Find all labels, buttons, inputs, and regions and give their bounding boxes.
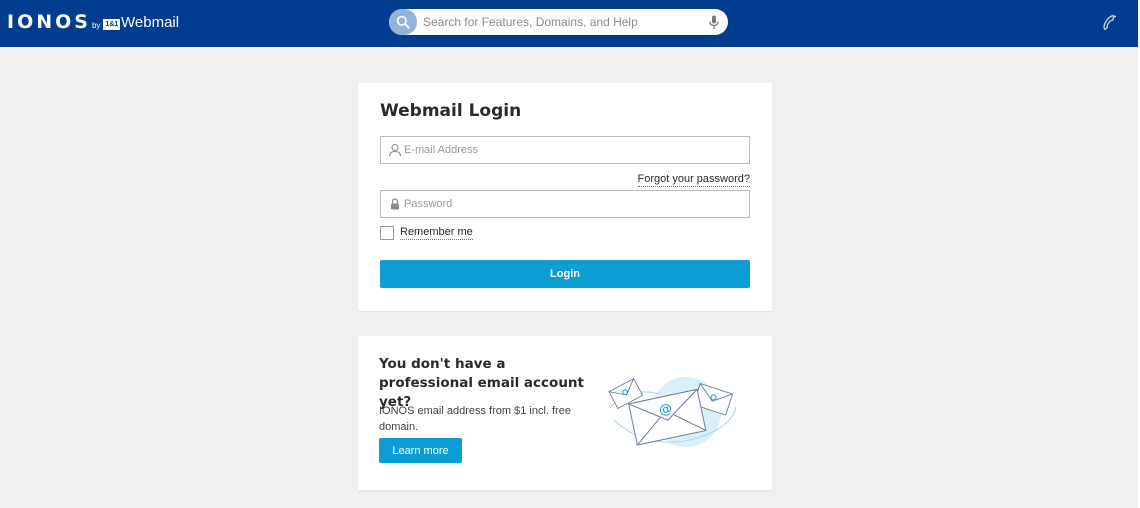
top-navigation-bar: IONOS by 1&1 Webmail	[0, 0, 1138, 47]
search-icon[interactable]	[389, 9, 417, 35]
remember-me-checkbox[interactable]	[380, 226, 394, 240]
login-card: Webmail Login Forgot your password? Reme…	[358, 83, 772, 311]
login-button[interactable]: Login	[380, 260, 750, 288]
search-input[interactable]	[423, 12, 703, 32]
lock-icon	[388, 197, 402, 211]
password-field[interactable]	[380, 190, 750, 218]
ionos-logo[interactable]: IONOS by 1&1	[7, 11, 121, 33]
envelopes-illustration: @	[608, 372, 740, 452]
brand-1and1-badge: 1&1	[103, 19, 121, 30]
email-field[interactable]	[380, 136, 750, 164]
phone-icon[interactable]	[1100, 13, 1120, 33]
microphone-icon[interactable]	[708, 14, 720, 30]
remember-me-row: Remember me	[380, 226, 473, 240]
promo-text: IONOS email address from $1 incl. free d…	[379, 405, 571, 433]
password-input[interactable]	[404, 195, 734, 213]
app-title: Webmail	[121, 14, 180, 31]
remember-me-label[interactable]: Remember me	[400, 226, 473, 240]
global-search-bar	[389, 9, 728, 35]
promo-card: You don't have a professional email acco…	[358, 336, 772, 490]
user-icon	[388, 143, 402, 157]
brand-by-text: by	[91, 21, 101, 30]
login-title: Webmail Login	[380, 101, 522, 121]
learn-more-button[interactable]: Learn more	[379, 438, 462, 463]
email-input[interactable]	[404, 141, 734, 159]
brand-name: IONOS	[7, 11, 91, 33]
forgot-password-link[interactable]: Forgot your password?	[637, 173, 750, 187]
